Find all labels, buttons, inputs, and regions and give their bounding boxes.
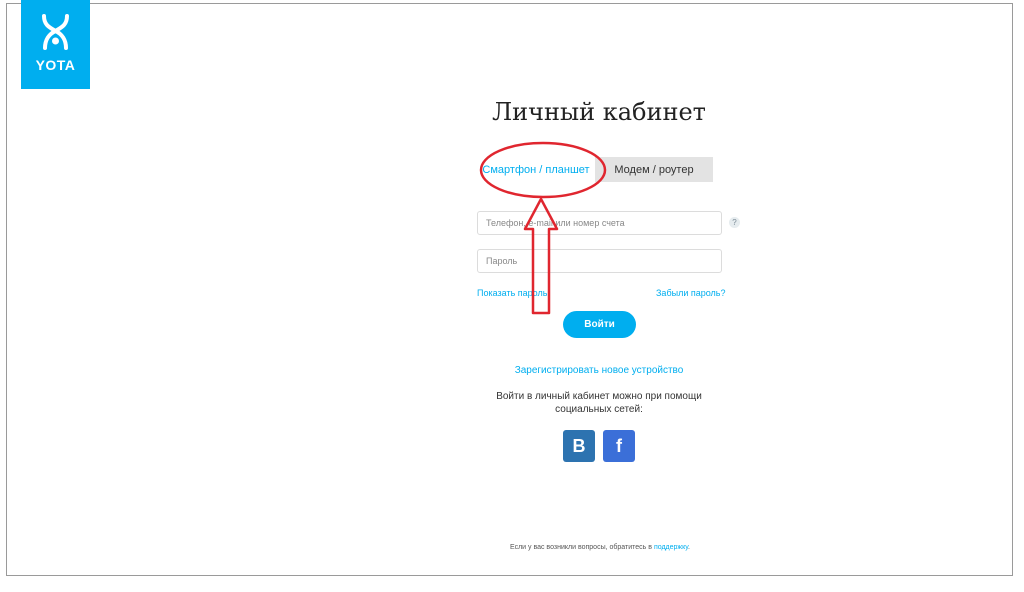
footer-help: Если у вас возникли вопросы, обратитесь … <box>420 544 780 551</box>
footer-dot: . <box>688 544 690 551</box>
vk-login-button[interactable]: В <box>563 430 595 462</box>
show-password-link[interactable]: Показать пароль <box>477 288 547 298</box>
register-device-link[interactable]: Зарегистрировать новое устройство <box>470 365 728 376</box>
support-link[interactable]: поддержку <box>654 544 688 551</box>
password-input[interactable] <box>477 249 722 273</box>
login-input[interactable] <box>477 211 722 235</box>
vk-icon: В <box>572 435 586 456</box>
page-title: Личный кабинет <box>492 98 706 126</box>
facebook-login-button[interactable]: f <box>603 430 635 462</box>
footer-text: Если у вас возникли вопросы, обратитесь … <box>509 544 652 551</box>
help-icon[interactable]: ? <box>729 217 740 228</box>
tab-modem-router[interactable]: Модем / роутер <box>595 157 713 182</box>
yota-logo[interactable]: YOTA <box>21 0 90 89</box>
facebook-icon: f <box>616 435 622 456</box>
device-tabs: Смартфон / планшет Модем / роутер <box>477 157 713 182</box>
login-button[interactable]: Войти <box>563 311 636 338</box>
tab-smartphone-tablet[interactable]: Смартфон / планшет <box>477 157 595 182</box>
social-login-text: Войти в личный кабинет можно при помощи … <box>496 391 702 415</box>
yota-logo-icon <box>42 14 69 50</box>
logo-text: YOTA <box>35 57 76 73</box>
forgot-password-link[interactable]: Забыли пароль? <box>656 288 725 298</box>
